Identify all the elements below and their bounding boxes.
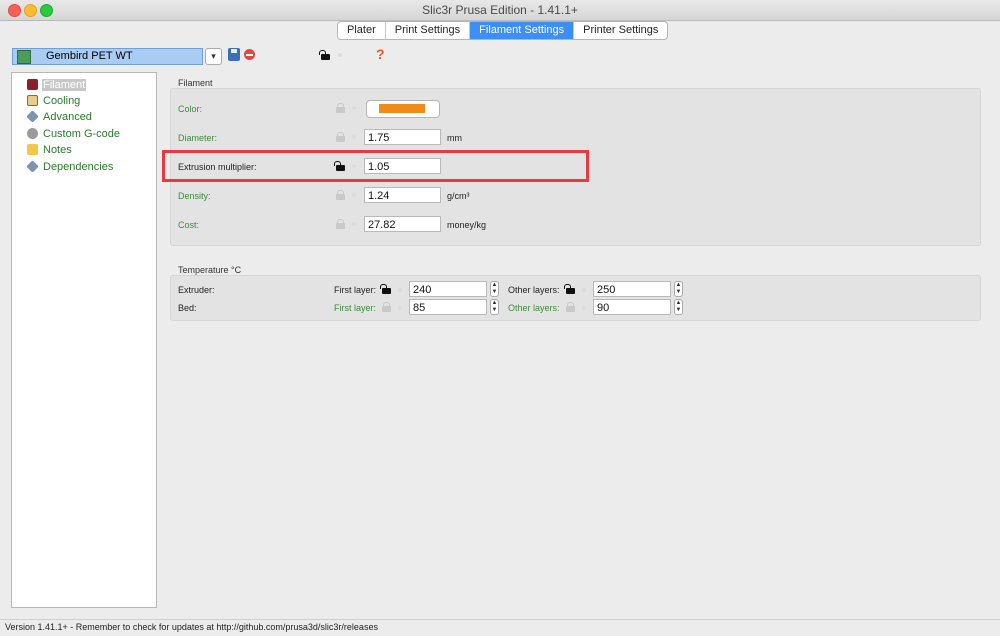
density-input[interactable]: 1.24: [364, 187, 441, 203]
bed-other-layers-spinner[interactable]: ▲ ▼: [674, 299, 683, 315]
sidebar-item-label: Advanced: [43, 110, 92, 123]
preset-combobox[interactable]: Gembird PET WT: [12, 48, 203, 65]
extruder-first-layer-spinner[interactable]: ▲ ▼: [490, 281, 499, 297]
bed-other-layers-label: Other layers:: [508, 303, 560, 313]
color-swatch: [379, 104, 425, 113]
sidebar-item-label: Notes: [43, 143, 72, 156]
bed-first-layer-spinner[interactable]: ▲ ▼: [490, 299, 499, 315]
note-icon: [27, 144, 38, 155]
tab-filament-settings[interactable]: Filament Settings: [470, 22, 575, 39]
sidebar-item-label: Custom G-code: [43, 127, 121, 140]
sidebar-item-dependencies[interactable]: Dependencies: [26, 159, 114, 174]
temperature-group: [170, 275, 981, 321]
status-text: Version 1.41.1+ - Remember to check for …: [5, 622, 378, 632]
delete-preset-icon[interactable]: [244, 49, 255, 60]
extruder-other-layers-spinner[interactable]: ▲ ▼: [674, 281, 683, 297]
preset-name: Gembird PET WT: [46, 50, 133, 62]
gear-icon: [27, 128, 38, 139]
cost-input[interactable]: 27.82: [364, 216, 441, 232]
extruder-first-layer-label: First layer:: [334, 285, 377, 295]
bullet-icon: [352, 106, 356, 110]
bed-first-layer-input[interactable]: 85: [409, 299, 487, 315]
bed-other-layers-input[interactable]: 90: [593, 299, 671, 315]
settings-page-tree: Filament Cooling Advanced Custom G-code …: [11, 72, 157, 608]
lock-icon: [382, 302, 391, 312]
sidebar-item-label: Dependencies: [43, 160, 114, 173]
tab-print-settings[interactable]: Print Settings: [386, 22, 471, 39]
window-title: Slic3r Prusa Edition - 1.41.1+: [422, 3, 578, 17]
filament-group-title: Filament: [178, 78, 213, 88]
diameter-label: Diameter:: [178, 133, 218, 143]
sidebar-item-label: Cooling: [43, 94, 81, 107]
cost-label: Cost:: [178, 220, 200, 230]
save-preset-icon[interactable]: [228, 48, 240, 61]
wrench-icon: [26, 110, 39, 123]
bullet-icon: [398, 288, 402, 292]
color-label: Color:: [178, 104, 203, 114]
sidebar-item-cooling[interactable]: Cooling: [27, 93, 81, 108]
lock-icon: [336, 103, 345, 113]
bullet-icon: [352, 135, 356, 139]
sidebar-item-custom-gcode[interactable]: Custom G-code: [27, 126, 121, 141]
bullet-icon: [582, 306, 586, 310]
wrench-icon: [26, 160, 39, 173]
diameter-input[interactable]: 1.75: [364, 129, 441, 145]
extruder-other-layers-label: Other layers:: [508, 285, 560, 295]
sidebar-item-notes[interactable]: Notes: [27, 142, 73, 157]
sidebar-item-advanced[interactable]: Advanced: [26, 109, 93, 124]
cost-unit: money/kg: [447, 220, 487, 230]
bed-first-layer-label: First layer:: [334, 303, 377, 313]
hourglass-icon: [27, 95, 38, 106]
filament-preset-icon: [17, 50, 31, 64]
bullet-icon: [352, 222, 356, 226]
lock-icon: [566, 302, 575, 312]
lock-open-icon[interactable]: [380, 284, 391, 294]
bullet-icon: [398, 306, 402, 310]
lock-icon: [336, 132, 345, 142]
extruder-first-layer-input[interactable]: 240: [409, 281, 487, 297]
filament-icon: [27, 79, 38, 90]
tab-printer-settings[interactable]: Printer Settings: [574, 22, 667, 39]
main-tabs: Plater Print Settings Filament Settings …: [337, 21, 669, 40]
density-unit: g/cm³: [447, 191, 470, 201]
tab-plater[interactable]: Plater: [338, 22, 386, 39]
bed-label: Bed:: [178, 303, 197, 313]
diameter-unit: mm: [447, 133, 462, 143]
lock-icon: [336, 190, 345, 200]
sidebar-item-filament[interactable]: Filament: [27, 77, 87, 92]
lock-icon: [336, 219, 345, 229]
temperature-group-title: Temperature °C: [178, 265, 242, 275]
sidebar-item-label: Filament: [42, 78, 87, 91]
extruder-other-layers-input[interactable]: 250: [593, 281, 671, 297]
chevron-down-icon: ▾: [211, 51, 216, 61]
highlight-box: [162, 150, 589, 182]
status-bar: Version 1.41.1+ - Remember to check for …: [0, 619, 1000, 636]
density-label: Density:: [178, 191, 211, 201]
help-icon[interactable]: ?: [376, 46, 385, 62]
bullet-icon: [352, 193, 356, 197]
preset-dropdown-button[interactable]: ▾: [205, 48, 222, 65]
bullet-icon: [338, 53, 342, 57]
bullet-icon: [582, 288, 586, 292]
extruder-label: Extruder:: [178, 285, 215, 295]
color-picker-button[interactable]: [366, 100, 440, 118]
lock-open-icon[interactable]: [319, 50, 330, 60]
lock-open-icon[interactable]: [564, 284, 575, 294]
